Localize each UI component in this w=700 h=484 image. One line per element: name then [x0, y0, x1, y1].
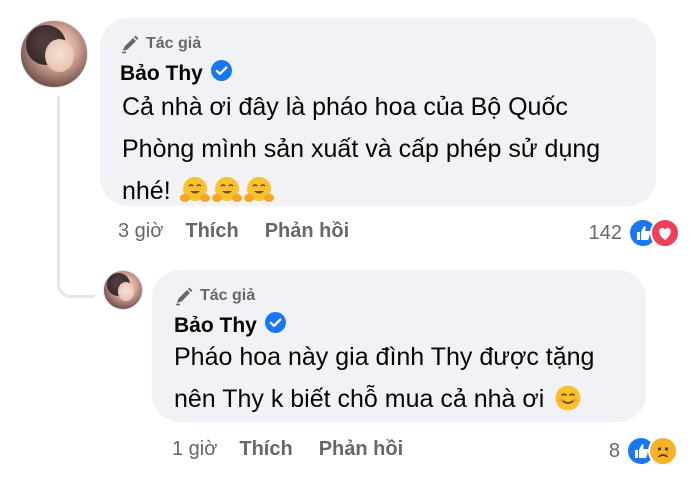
reply-button[interactable]: Phản hồi	[319, 438, 403, 461]
reaction-count[interactable]: 142	[589, 222, 622, 245]
like-button[interactable]: Thích	[185, 220, 238, 243]
reply-button[interactable]: Phản hồi	[265, 220, 349, 243]
like-button[interactable]: Thích	[239, 438, 292, 461]
love-reaction-icon	[650, 218, 680, 248]
author-badge: Tác giả	[120, 34, 201, 54]
reply-actions: 1 giờ Thích Phản hồi	[172, 438, 429, 461]
thread-line	[57, 96, 60, 286]
hugging-face-emoji	[211, 175, 242, 218]
reaction-summary[interactable]: 8	[609, 436, 678, 466]
verified-icon	[264, 312, 286, 339]
comment-text: Cả nhà ơi đây là pháo hoa của Bộ Quốc Ph…	[122, 86, 642, 218]
comment-body: Pháo hoa này gia đình Thy được tặng nên …	[174, 343, 595, 413]
comment-time[interactable]: 3 giờ	[118, 220, 163, 243]
reaction-count[interactable]: 8	[609, 440, 620, 463]
comment-actions: 3 giờ Thích Phản hồi	[118, 220, 375, 243]
author-name-text[interactable]: Bảo Thy	[120, 62, 203, 86]
reply-bubble: Tác giả Bảo Thy Pháo hoa này gia đình Th…	[152, 270, 646, 422]
pen-icon	[174, 286, 194, 306]
comment-time[interactable]: 1 giờ	[172, 438, 217, 461]
hugging-face-emoji	[243, 175, 274, 218]
reaction-summary[interactable]: 142	[589, 218, 680, 248]
reply-connector	[57, 278, 95, 298]
badge-label: Tác giả	[200, 287, 256, 304]
hugging-face-emoji	[179, 175, 210, 218]
smiling-face-emoji	[553, 383, 583, 426]
badge-label: Tác giả	[146, 35, 202, 52]
comment-bubble: Tác giả Bảo Thy Cả nhà ơi đây là pháo ho…	[100, 18, 656, 206]
author-name-text[interactable]: Bảo Thy	[174, 314, 257, 338]
author-name[interactable]: Bảo Thy	[120, 60, 232, 87]
comment-text: Pháo hoa này gia đình Thy được tặng nên …	[174, 336, 634, 426]
sad-reaction-icon	[648, 436, 678, 466]
avatar[interactable]	[20, 20, 88, 88]
author-badge: Tác giả	[174, 286, 255, 306]
pen-icon	[120, 34, 140, 54]
avatar[interactable]	[103, 270, 143, 310]
author-name[interactable]: Bảo Thy	[174, 312, 286, 339]
verified-icon	[210, 60, 232, 87]
